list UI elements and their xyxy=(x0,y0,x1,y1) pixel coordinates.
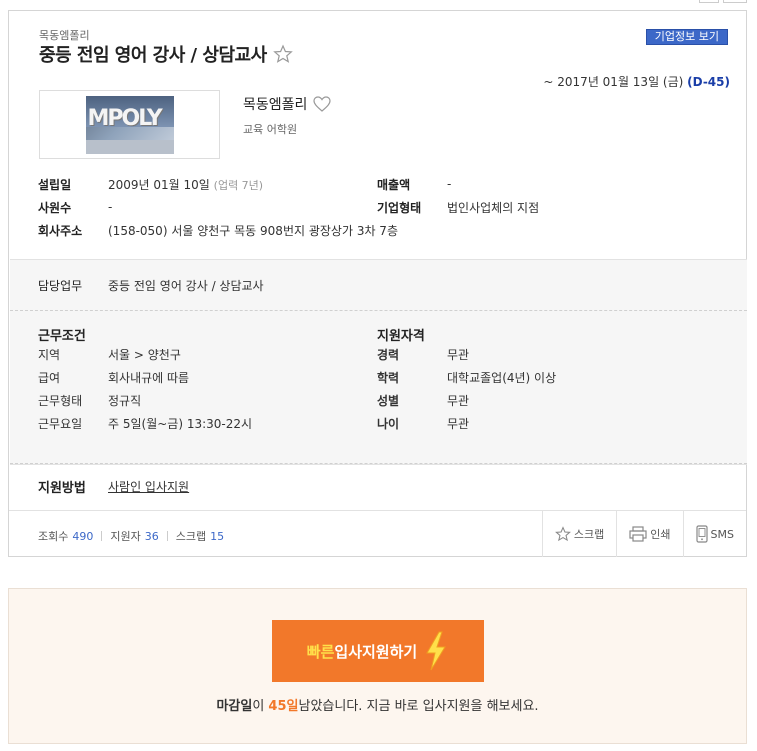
education-row: 학력 대학교졸업(4년) 이상 xyxy=(377,368,556,386)
salary-row: 급여 회사내규에 따름 xyxy=(38,368,189,386)
top-stub-right xyxy=(723,0,747,3)
founded-label: 설립일 xyxy=(38,177,72,192)
work-days-label: 근무요일 xyxy=(38,416,83,431)
salary-value: 회사내규에 따름 xyxy=(108,370,190,385)
print-label: 인쇄 xyxy=(650,528,671,541)
sms-button[interactable]: SMS xyxy=(682,511,746,557)
company-type-row: 기업형태 법인사업체의 지점 xyxy=(377,197,539,217)
company-type-label: 기업형태 xyxy=(377,200,422,215)
print-button[interactable]: 인쇄 xyxy=(616,511,682,557)
duty-row: 담당업무 중등 전임 영어 강사 / 상담교사 xyxy=(38,277,264,294)
age-label: 나이 xyxy=(377,416,400,431)
apply-method-link[interactable]: 사람인 입사지원 xyxy=(108,478,189,495)
conditions-heading: 근무조건 xyxy=(38,329,86,344)
applicants-count: 36 xyxy=(144,529,159,543)
address-row: 회사주소 (158-050) 서울 양천구 목동 908번지 광장상가 3차 7… xyxy=(38,220,398,240)
sms-label: SMS xyxy=(710,527,734,541)
gender-label: 성별 xyxy=(377,393,400,408)
star-icon xyxy=(554,526,571,542)
company-name[interactable]: 목동엠폴리 xyxy=(243,94,307,114)
gender-value: 무관 xyxy=(447,393,470,408)
revenue-value: - xyxy=(447,177,452,191)
duty-value: 중등 전임 영어 강사 / 상담교사 xyxy=(108,279,264,293)
deadline: ~ 2017년 01월 13일 (금) (D-45) xyxy=(543,73,730,90)
scraps-count: 15 xyxy=(210,529,225,543)
company-logo: MPOLY xyxy=(85,95,174,154)
stats: 조회수 490 지원자 36 스크랩 15 xyxy=(38,528,224,544)
qualifications-heading: 지원자격 xyxy=(377,329,425,344)
scrap-label: 스크랩 xyxy=(573,528,605,541)
company-logo-text: MPOLY xyxy=(87,105,163,131)
career-row: 경력 무관 xyxy=(377,345,469,363)
applicants-label: 지원자 xyxy=(110,530,141,543)
company-type-value: 법인사업체의 지점 xyxy=(447,200,540,215)
salary-label: 급여 xyxy=(38,370,61,385)
founded-sub: (업력 7년) xyxy=(213,178,264,192)
views-label: 조회수 xyxy=(38,530,69,543)
actions: 스크랩 인쇄 SMS xyxy=(541,511,746,557)
divider xyxy=(10,463,747,464)
address-label: 회사주소 xyxy=(38,223,83,238)
founded-value: 2009년 01월 10일 (업력 7년) xyxy=(108,177,264,192)
duty-label: 담당업무 xyxy=(38,279,83,293)
career-value: 무관 xyxy=(447,347,470,362)
apply-method-row: 지원방법 사람인 입사지원 xyxy=(38,477,189,496)
work-days-value: 주 5일(월~금) 13:30-22시 xyxy=(108,416,253,431)
dday-badge: (D-45) xyxy=(687,75,730,89)
employees-label: 사원수 xyxy=(38,200,72,215)
career-label: 경력 xyxy=(377,347,400,362)
heart-icon[interactable] xyxy=(313,96,332,112)
views-count: 490 xyxy=(72,529,94,543)
region-label: 지역 xyxy=(38,347,61,362)
deadline-message: 마감일이 45일남았습니다. 지금 바로 입사지원을 해보세요. xyxy=(216,699,539,714)
apply-method-label: 지원방법 xyxy=(38,481,86,496)
company-logo-box[interactable]: MPOLY xyxy=(39,90,220,159)
work-type-row: 근무형태 정규직 xyxy=(38,391,141,409)
age-row: 나이 무관 xyxy=(377,414,469,432)
gender-row: 성별 무관 xyxy=(377,391,469,409)
lightning-icon xyxy=(426,631,447,671)
company-info-button[interactable]: 기업정보 보기 xyxy=(645,29,728,45)
company-name-row: 목동엠폴리 xyxy=(243,94,332,114)
education-value: 대학교졸업(4년) 이상 xyxy=(447,370,557,385)
stats-bar: 조회수 490 지원자 36 스크랩 15 스크랩 인쇄 SMS xyxy=(9,510,746,557)
deadline-date: ~ 2017년 01월 13일 (금) xyxy=(543,75,684,89)
education-label: 학력 xyxy=(377,370,400,385)
days-remaining: 45일 xyxy=(268,699,299,714)
work-type-label: 근무형태 xyxy=(38,393,83,408)
founded-row: 설립일 2009년 01월 10일 (업력 7년) xyxy=(38,174,263,194)
title-row: 중등 전임 영어 강사 / 상담교사 xyxy=(39,41,293,67)
quick-apply-label: 입사지원하기 xyxy=(334,642,418,661)
quick-apply-fast: 빠른 xyxy=(306,642,335,661)
age-value: 무관 xyxy=(447,416,470,431)
quick-apply-box: 빠른 입사지원하기 마감일이 45일남았습니다. 지금 바로 입사지원을 해보세… xyxy=(8,588,747,744)
printer-icon xyxy=(629,526,647,542)
quick-apply-button[interactable]: 빠른 입사지원하기 xyxy=(272,620,484,682)
scrap-button[interactable]: 스크랩 xyxy=(541,511,616,557)
employees-row: 사원수 - xyxy=(38,197,112,217)
region-row: 지역 서울 > 양천구 xyxy=(38,345,181,363)
divider xyxy=(10,310,747,311)
company-industry: 교육 어학원 xyxy=(243,123,298,136)
job-title: 중등 전임 영어 강사 / 상담교사 xyxy=(39,45,267,66)
job-card: 목동엠폴리 중등 전임 영어 강사 / 상담교사 기업정보 보기 ~ 2017년… xyxy=(8,10,747,557)
region-value: 서울 > 양천구 xyxy=(108,347,181,362)
work-days-row: 근무요일 주 5일(월~금) 13:30-22시 xyxy=(38,414,252,432)
phone-icon xyxy=(695,525,708,543)
revenue-label: 매출액 xyxy=(377,177,411,192)
address-value: (158-050) 서울 양천구 목동 908번지 광장상가 3차 7층 xyxy=(108,223,398,238)
work-type-value: 정규직 xyxy=(108,393,142,408)
deadline-msg-label: 마감일 xyxy=(216,699,253,714)
scraps-label: 스크랩 xyxy=(175,530,207,543)
star-icon[interactable] xyxy=(272,44,293,64)
employees-value: - xyxy=(108,200,113,214)
top-stub-left xyxy=(699,0,719,3)
revenue-row: 매출액 - xyxy=(377,174,451,194)
